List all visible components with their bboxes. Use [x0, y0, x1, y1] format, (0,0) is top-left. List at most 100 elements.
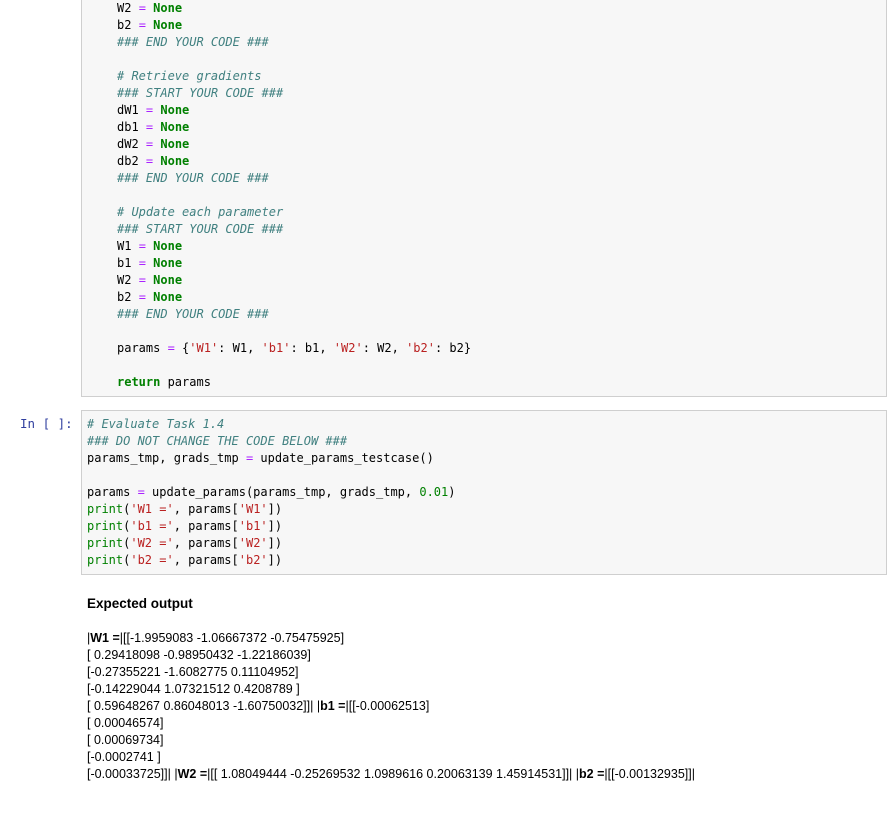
code-token: ### END YOUR CODE ### [117, 307, 269, 321]
code-token: b2 [117, 18, 139, 32]
output-line: [ 0.00069734] [87, 732, 695, 749]
code-token: ) [448, 485, 456, 499]
output-token: [ 0.00069734] [87, 733, 164, 747]
output-line: [-0.14229044 1.07321512 0.4208789 ] [87, 681, 695, 698]
code-token: : b1, [290, 341, 334, 355]
code-line: ### START YOUR CODE ### [117, 85, 471, 102]
code-token: update_params(params_tmp, grads_tmp, [144, 485, 420, 499]
code-token: 'b1' [238, 519, 268, 533]
code-token: = [138, 290, 146, 304]
code-token: 'b1' [261, 341, 291, 355]
code-token: params [160, 375, 211, 389]
code-token: , params[ [173, 519, 239, 533]
code-token: None [160, 154, 190, 168]
code-token: 'W1' [189, 341, 219, 355]
code-token: : b2} [434, 341, 472, 355]
cell-prompt: In [ ]: [20, 416, 73, 431]
code-line: print('b2 =', params['b2']) [87, 552, 456, 569]
code-token: = [138, 1, 146, 15]
code-line: b1 = None [117, 255, 471, 272]
code-line: print('W1 =', params['W1']) [87, 501, 456, 518]
code-token: = [167, 341, 175, 355]
code-editor-update-params[interactable]: W2 = None b2 = None ### END YOUR CODE ### #… [117, 0, 471, 391]
code-token: return [117, 375, 161, 389]
code-token: None [160, 103, 190, 117]
code-token: None [160, 137, 190, 151]
code-token: None [153, 18, 183, 32]
output-token: |[[ 1.08049444 -0.25269532 1.0989616 0.2… [207, 767, 580, 781]
output-token: W2 = [177, 767, 208, 781]
code-token: print [87, 553, 124, 567]
code-token: = [138, 273, 146, 287]
code-token: = [138, 239, 146, 253]
code-token: , params[ [173, 553, 239, 567]
output-token: b1 = [320, 699, 346, 713]
code-token: = [137, 485, 145, 499]
code-token: , params[ [173, 502, 239, 516]
code-token: ]) [267, 553, 283, 567]
code-line: ### END YOUR CODE ### [117, 34, 471, 51]
output-token: |[[-1.9959083 -1.06667372 -0.75475925] [119, 631, 345, 645]
code-line: ### DO NOT CHANGE THE CODE BELOW ### [87, 433, 456, 450]
code-token: W2 [117, 1, 139, 15]
code-token: params [87, 485, 138, 499]
code-token: 'b2 =' [130, 553, 174, 567]
output-token: |[[-0.00062513] [345, 699, 430, 713]
output-line: [-0.00033725]]| |W2 =|[[ 1.08049444 -0.2… [87, 766, 695, 783]
code-token: 'b2' [406, 341, 435, 355]
code-line: # Update each parameter [117, 204, 471, 221]
code-token: params [117, 341, 168, 355]
output-token: [-0.14229044 1.07321512 0.4208789 ] [87, 682, 300, 696]
code-token: print [87, 536, 124, 550]
code-token: # Update each parameter [117, 205, 284, 219]
code-token: : W2, [362, 341, 407, 355]
code-token: 'b1 =' [130, 519, 174, 533]
code-token: 'b2' [238, 553, 268, 567]
code-token: ]) [267, 536, 283, 550]
code-token: dW1 [117, 103, 146, 117]
output-line: [-0.27355221 -1.6082775 0.11104952] [87, 664, 695, 681]
code-token: 'W2' [238, 536, 268, 550]
output-line: [ 0.00046574] [87, 715, 695, 732]
code-token: = [138, 256, 146, 270]
expected-output-block: Expected output |W1 =|[[-1.9959083 -1.06… [87, 596, 695, 783]
output-token: [ 0.29418098 -0.98950432 -1.22186039] [87, 648, 311, 662]
code-token: ### DO NOT CHANGE THE CODE BELOW ### [87, 434, 348, 448]
code-line: dW2 = None [117, 136, 471, 153]
code-line: b2 = None [117, 17, 471, 34]
code-token: ### END YOUR CODE ### [117, 171, 269, 185]
code-token: ### START YOUR CODE ### [117, 222, 284, 236]
code-line: params = update_params(params_tmp, grads… [87, 484, 456, 501]
code-line: params_tmp, grads_tmp = update_params_te… [87, 450, 456, 467]
code-token: update_params_testcase() [253, 451, 434, 465]
code-editor-evaluate[interactable]: # Evaluate Task 1.4 ### DO NOT CHANGE THE… [87, 416, 456, 569]
code-token: # Evaluate Task 1.4 [87, 417, 225, 431]
code-token: b2 [117, 290, 139, 304]
output-token: |[[-0.00132935]]| [604, 767, 695, 781]
code-line: b2 = None [117, 289, 471, 306]
code-token: 'W1' [238, 502, 268, 516]
code-token: None [160, 120, 190, 134]
output-token: [-0.00033725]]| | [87, 767, 178, 781]
code-token: dW2 [117, 137, 146, 151]
output-line: |W1 =|[[-1.9959083 -1.06667372 -0.754759… [87, 630, 695, 647]
output-token: b2 = [579, 767, 605, 781]
code-line: dW1 = None [117, 102, 471, 119]
code-line: print('b1 =', params['b1']) [87, 518, 456, 535]
code-line: ### END YOUR CODE ### [117, 306, 471, 323]
code-line: ### END YOUR CODE ### [117, 170, 471, 187]
code-line: W2 = None [117, 0, 471, 17]
code-token: { [174, 341, 190, 355]
code-line: print('W2 =', params['W2']) [87, 535, 456, 552]
code-token: , params[ [173, 536, 239, 550]
code-token: None [153, 256, 183, 270]
code-token: ]) [267, 519, 283, 533]
code-line: W1 = None [117, 238, 471, 255]
code-token: None [153, 273, 183, 287]
output-token: [-0.0002741 ] [87, 750, 161, 764]
